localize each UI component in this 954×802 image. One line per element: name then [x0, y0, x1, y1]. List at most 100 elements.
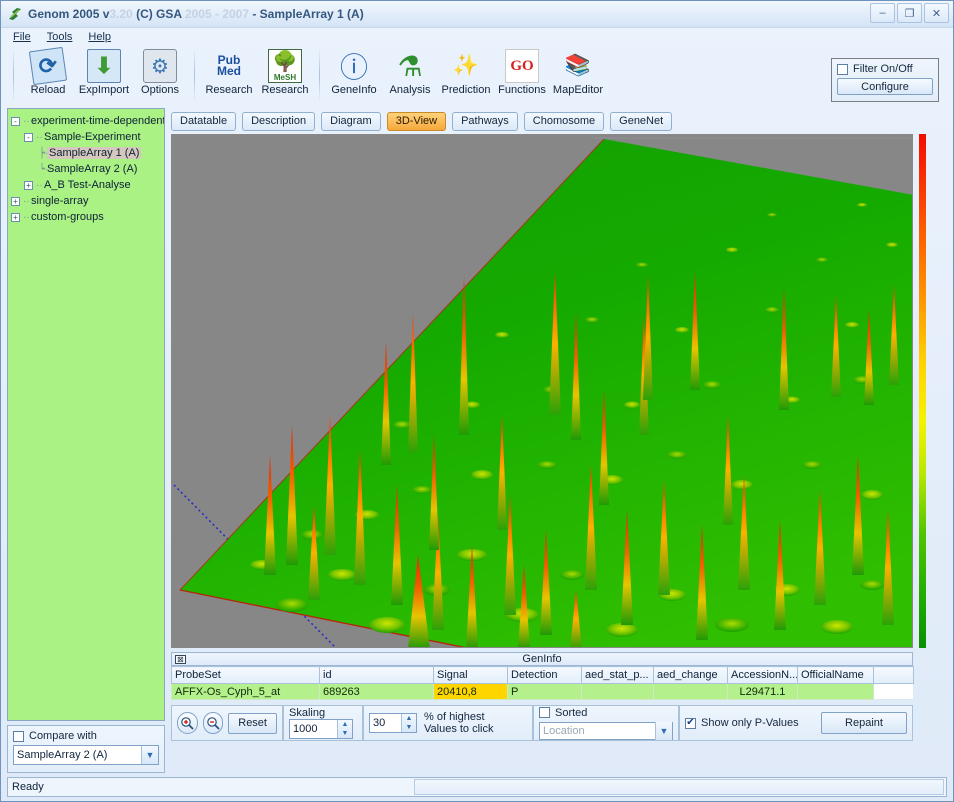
- toolbar-button-options[interactable]: Options: [132, 46, 188, 96]
- skaling-label: Skaling: [289, 707, 353, 719]
- maximize-button[interactable]: ❐: [897, 3, 922, 23]
- spin-up-icon[interactable]: ▲: [402, 714, 416, 723]
- menu-file[interactable]: File: [13, 31, 31, 43]
- geninfo-title: GenInfo: [172, 653, 912, 665]
- percent-stepper[interactable]: 30 ▲ ▼: [369, 713, 417, 733]
- percent-value[interactable]: 30: [370, 714, 401, 732]
- tab-diagram[interactable]: Diagram: [321, 112, 381, 131]
- tab-pathways[interactable]: Pathways: [452, 112, 518, 131]
- menu-help[interactable]: Help: [88, 31, 111, 43]
- 3d-surface-plot[interactable]: [171, 134, 913, 648]
- skaling-group: Skaling 1000 ▲ ▼: [283, 705, 363, 741]
- tree-node-label: Sample-Experiment: [44, 131, 141, 143]
- minimize-button[interactable]: –: [870, 3, 895, 23]
- filter-toggle-row[interactable]: Filter On/Off: [837, 63, 933, 75]
- toolbar-button-expimport[interactable]: ExpImport: [76, 46, 132, 96]
- reset-button[interactable]: Reset: [228, 713, 277, 734]
- tree-node-label: SampleArray 2 (A): [47, 163, 137, 175]
- column-header-probeset[interactable]: ProbeSet: [172, 667, 320, 684]
- cell-id: 689263: [320, 684, 434, 700]
- status-bar: Ready: [7, 777, 947, 797]
- toolbar-button-mapeditor[interactable]: MapEditor: [550, 46, 606, 96]
- tree-node-sample-experiment[interactable]: - ·· Sample-Experiment: [11, 129, 162, 145]
- skaling-value[interactable]: 1000: [290, 720, 337, 738]
- toolbar-separator: [194, 48, 195, 102]
- show-only-pvalues-checkbox[interactable]: [685, 718, 696, 729]
- filter-on-off-checkbox[interactable]: [837, 64, 848, 75]
- show-pvalues-row[interactable]: Show only P-Values: [685, 717, 799, 729]
- chevron-down-icon[interactable]: ▼: [141, 746, 158, 764]
- tab-chomosome[interactable]: Chomosome: [524, 112, 604, 131]
- repaint-button[interactable]: Repaint: [821, 712, 907, 734]
- column-header-blank[interactable]: [874, 667, 914, 684]
- tree-node-samplearray-1[interactable]: ┝·· SampleArray 1 (A): [11, 145, 162, 161]
- title-copyright: (C) GSA: [133, 7, 185, 21]
- toolbar-button-functions[interactable]: GO Functions: [494, 46, 550, 96]
- toolbar-button-prediction[interactable]: Prediction: [438, 46, 494, 96]
- tree-node-experiment-time-dependent[interactable]: - ·· experiment-time-dependent: [11, 113, 162, 129]
- tab-genenet[interactable]: GeneNet: [610, 112, 672, 131]
- tree-expander-icon[interactable]: +: [11, 213, 20, 222]
- percent-spin-buttons[interactable]: ▲ ▼: [401, 714, 416, 732]
- tree-expander-icon[interactable]: +: [11, 197, 20, 206]
- zoom-in-icon[interactable]: [177, 712, 198, 734]
- tree-node-single-array[interactable]: + ·· single-array: [11, 193, 162, 209]
- toolbar-label: Options: [141, 84, 179, 96]
- column-header-aed-stat-p[interactable]: aed_stat_p...: [582, 667, 654, 684]
- tree-expander-icon[interactable]: +: [24, 181, 33, 190]
- tree-expander-icon[interactable]: -: [24, 133, 33, 142]
- application-window: Genom 2005 v3.20 (C) GSA 2005 - 2007 - S…: [0, 0, 954, 802]
- cell-accession-number: L29471.1: [728, 684, 798, 700]
- skaling-spin-buttons[interactable]: ▲ ▼: [337, 720, 352, 738]
- toolbar-label: Prediction: [442, 84, 491, 96]
- menu-tools[interactable]: Tools: [47, 31, 73, 43]
- compare-with-checkbox[interactable]: [13, 731, 24, 742]
- toolbar-button-pubmed-research[interactable]: Pub Med Research: [201, 46, 257, 96]
- sorted-toggle-row[interactable]: Sorted: [539, 707, 673, 719]
- close-button[interactable]: ✕: [924, 3, 949, 23]
- toolbar-button-analysis[interactable]: Analysis: [382, 46, 438, 96]
- toolbar-button-geneinfo[interactable]: GeneInfo: [326, 46, 382, 96]
- tree-expander-icon[interactable]: -: [11, 117, 20, 126]
- sidebar: - ·· experiment-time-dependent - ·· Samp…: [7, 108, 165, 773]
- spin-down-icon[interactable]: ▼: [338, 729, 352, 738]
- cell-official-name: [798, 684, 874, 700]
- cell-blank: [874, 684, 914, 700]
- column-header-official-name[interactable]: OfficialName: [798, 667, 874, 684]
- filter-on-off-label: Filter On/Off: [853, 63, 913, 75]
- configure-button[interactable]: Configure: [837, 78, 933, 95]
- sorted-location-select[interactable]: Location ▼: [539, 722, 673, 740]
- percent-group: 30 ▲ ▼ % of highest Values to click: [363, 705, 533, 741]
- chevron-down-icon[interactable]: ▼: [655, 722, 672, 740]
- skaling-stepper[interactable]: 1000 ▲ ▼: [289, 719, 353, 739]
- column-header-aed-change[interactable]: aed_change: [654, 667, 728, 684]
- compare-toggle-row[interactable]: Compare with: [13, 730, 159, 742]
- zoom-out-icon[interactable]: [203, 712, 224, 734]
- column-header-detection[interactable]: Detection: [508, 667, 582, 684]
- cell-probeset: AFFX-Os_Cyph_5_at: [172, 684, 320, 700]
- column-header-id[interactable]: id: [320, 667, 434, 684]
- table-row[interactable]: AFFX-Os_Cyph_5_at 689263 20410,8 P L2947…: [172, 684, 914, 700]
- spin-down-icon[interactable]: ▼: [402, 723, 416, 732]
- tab-3d-view[interactable]: 3D-View: [387, 112, 446, 131]
- tree-node-samplearray-2[interactable]: ┕·· SampleArray 2 (A): [11, 161, 162, 177]
- compare-with-label: Compare with: [29, 730, 97, 742]
- sorted-checkbox[interactable]: [539, 707, 550, 718]
- column-header-accession-number[interactable]: AccessionN...: [728, 667, 798, 684]
- compare-array-select[interactable]: SampleArray 2 (A) ▼: [13, 745, 159, 765]
- tab-description[interactable]: Description: [242, 112, 315, 131]
- tree-node-ab-test-analyse[interactable]: + ·· A_B Test-Analyse: [11, 177, 162, 193]
- zoom-controls-group: Reset: [171, 705, 283, 741]
- column-header-signal[interactable]: Signal: [434, 667, 508, 684]
- tab-datatable[interactable]: Datatable: [171, 112, 236, 131]
- toolbar-button-reload[interactable]: Reload: [20, 46, 76, 96]
- spin-up-icon[interactable]: ▲: [338, 720, 352, 729]
- experiment-tree[interactable]: - ·· experiment-time-dependent - ·· Samp…: [7, 108, 165, 721]
- skaling-field: Skaling 1000 ▲ ▼: [289, 707, 353, 739]
- toolbar-button-mesh-research[interactable]: MeSH Research: [257, 46, 313, 96]
- tree-node-custom-groups[interactable]: + ·· custom-groups: [11, 209, 162, 225]
- title-app-name: Genom 2005 v: [28, 7, 109, 21]
- toolbar-label: Research: [205, 84, 252, 96]
- progress-bar: [414, 779, 944, 795]
- toolbar-label: MapEditor: [553, 84, 603, 96]
